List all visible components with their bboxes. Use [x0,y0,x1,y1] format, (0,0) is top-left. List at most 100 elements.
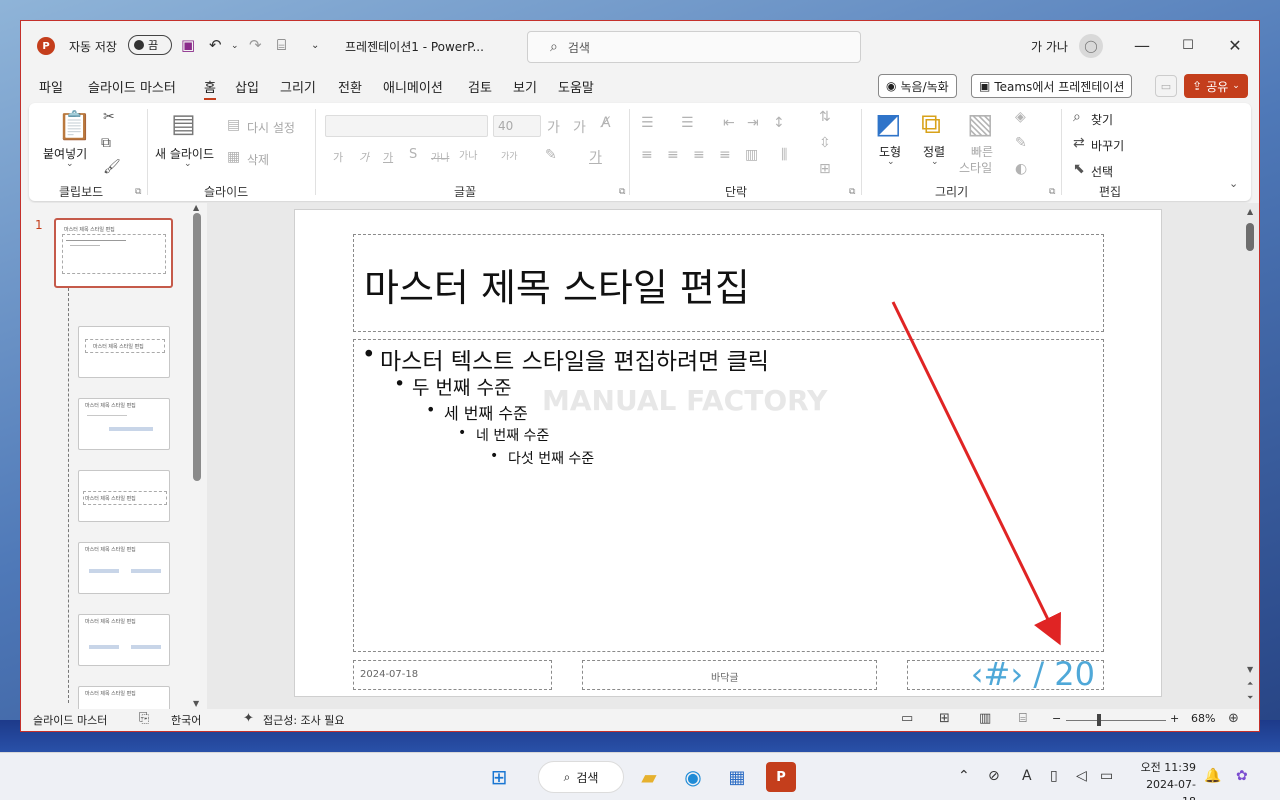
footer-placeholder[interactable]: 바닥글 [582,660,877,690]
copy-icon[interactable]: ⧉ [101,135,111,151]
thumbnail-scrollbar[interactable] [193,213,201,481]
find-icon[interactable]: ⌕ [1073,109,1081,125]
line-spacing-icon[interactable]: ↕ [773,115,785,131]
network-icon[interactable]: ⊘ [988,768,1000,784]
delete-slide-button[interactable]: 삭제 [247,151,269,168]
slideshow-icon[interactable]: ⌸ [1019,711,1027,726]
slide-number-placeholder[interactable]: ‹#› / 20 [907,655,1104,693]
reset-icon[interactable]: ▤ [227,117,240,133]
reset-button[interactable]: 다시 설정 [247,119,295,136]
arrange-dropdown-icon[interactable]: ⌄ [931,157,939,167]
decrease-indent-icon[interactable]: ⇤ [723,115,735,131]
file-explorer-icon[interactable]: ▰ [634,762,664,792]
tab-home[interactable]: 홈 [204,77,216,100]
align-right-icon[interactable]: ≡ [693,147,705,163]
slide-sorter-icon[interactable]: ⊞ [939,711,950,726]
justify-icon[interactable]: ≡ [719,147,731,163]
tab-view[interactable]: 보기 [513,77,537,96]
shapes-icon[interactable]: ◩ [875,107,901,140]
format-painter-icon[interactable]: 🖌 [103,159,121,175]
clear-format-icon[interactable]: A̸ [601,115,611,131]
slide-scrollbar[interactable] [1246,223,1254,251]
volume-icon[interactable]: ◁ [1076,768,1087,784]
thumbnail-layout-two-content[interactable]: 마스터 제목 스타일 편집 [78,542,170,594]
zoom-level[interactable]: 68% [1191,712,1215,725]
zoom-slider[interactable] [1066,720,1166,721]
tab-insert[interactable]: 삽입 [235,77,259,96]
close-icon[interactable]: ✕ [1220,33,1250,57]
date-placeholder[interactable]: 2024-07-18 [353,660,552,690]
previous-slide-icon[interactable]: ⏶ [1247,679,1253,689]
thumbnail-layout-comparison[interactable]: 마스터 제목 스타일 편집 [78,614,170,666]
undo-icon[interactable]: ↶ [209,36,222,54]
find-button[interactable]: 찾기 [1091,111,1113,128]
customize-toolbar-icon[interactable]: ⌄ [311,40,319,51]
battery-icon[interactable]: ▭ [1100,768,1113,784]
select-icon[interactable]: ⬉ [1073,161,1085,177]
tab-file[interactable]: 파일 [39,77,63,96]
content-placeholder[interactable]: MANUAL FACTORY • 마스터 텍스트 스타일을 편집하려면 클릭 •… [353,339,1104,652]
undo-dropdown-icon[interactable]: ⌄ [231,41,239,51]
shape-fill-icon[interactable]: ◈ [1015,109,1026,125]
shape-effects-icon[interactable]: ◐ [1015,161,1027,177]
font-family-combo[interactable] [325,115,488,137]
tab-transitions[interactable]: 전환 [338,77,362,96]
font-size-combo[interactable]: 40 [493,115,541,137]
quick-styles-label-2[interactable]: 스타일 [959,159,992,176]
tab-review[interactable]: 검토 [468,77,492,96]
main-scroll-down-icon[interactable]: ▼ [1247,665,1253,674]
start-icon[interactable]: ⊞ [484,762,514,792]
redo-icon[interactable]: ↷ [249,36,262,54]
quick-styles-icon[interactable]: ▧ [967,107,993,140]
fit-to-window-icon[interactable]: ⊕ [1228,711,1239,726]
paste-icon[interactable]: 📋 [57,109,92,142]
store-icon[interactable]: ▦ [722,762,752,792]
replace-button[interactable]: 바꾸기 [1091,137,1124,154]
grow-font-icon[interactable]: 가 [547,117,560,137]
collapse-ribbon-icon[interactable]: ⌄ [1229,177,1238,190]
tab-animations[interactable]: 애니메이션 [383,77,443,96]
smartart-icon[interactable]: ⊞ [819,161,831,177]
avatar-icon[interactable]: ◯ [1079,34,1103,58]
device-icon[interactable]: ▯ [1050,768,1058,784]
ime-icon[interactable]: A [1022,768,1032,784]
title-placeholder[interactable]: 마스터 제목 스타일 편집 [353,234,1104,332]
scroll-up-icon[interactable]: ▲ [193,203,199,212]
new-slide-icon[interactable]: ▤ [171,109,196,139]
columns-icon[interactable]: ⫼ [781,147,787,163]
align-text-icon[interactable]: ⇳ [819,135,831,151]
thumbnail-master[interactable]: 마스터 제목 스타일 편집 [54,218,173,288]
delete-slide-icon[interactable]: ▦ [227,149,240,165]
present-in-teams-button[interactable]: ▣ Teams에서 프레젠테이션 [971,74,1133,98]
system-clock[interactable]: 오전 11:39 2024-07-18 [1134,759,1196,800]
presentation-from-start-icon[interactable]: ⌸ [277,36,286,54]
spell-check-icon[interactable]: ⎘ [139,711,149,726]
paste-dropdown-icon[interactable]: ⌄ [66,159,74,169]
zoom-slider-handle[interactable] [1097,714,1101,726]
normal-view-icon[interactable]: ▭ [901,711,913,726]
language-indicator[interactable]: 한국어 [171,712,201,728]
cut-icon[interactable]: ✂ [103,109,115,125]
bold-icon[interactable]: 가 [333,149,343,165]
numbering-icon[interactable]: ☰ [681,115,694,131]
arrange-icon[interactable]: ⧉ [921,107,941,141]
select-button[interactable]: 선택 [1091,163,1113,180]
notification-icon[interactable]: 🔔 [1204,768,1221,784]
text-direction-icon[interactable]: ⇅ [819,109,831,125]
drawing-launcher-icon[interactable]: ⧉ [1049,187,1055,197]
paragraph-launcher-icon[interactable]: ⧉ [849,187,855,197]
shrink-font-icon[interactable]: 가 [573,117,586,137]
scroll-down-icon[interactable]: ▼ [193,699,199,708]
thumbnail-layout-section[interactable]: 마스터 제목 스타일 편집 [78,470,170,522]
slide-canvas[interactable]: 마스터 제목 스타일 편집 MANUAL FACTORY • 마스터 텍스트 스… [294,209,1162,697]
tab-help[interactable]: 도움말 [558,77,594,96]
next-slide-icon[interactable]: ⏷ [1247,693,1253,703]
align-center-icon[interactable]: ≡ [667,147,679,163]
search-box[interactable]: ⌕ 검색 [527,31,861,63]
user-name[interactable]: 가 가나 [1031,38,1068,55]
change-case-icon[interactable]: 가가 [501,149,518,162]
shadow-icon[interactable]: S [409,147,417,162]
italic-icon[interactable]: 가 [359,149,369,165]
edge-icon[interactable]: ◉ [678,762,708,792]
replace-icon[interactable]: ⇄ [1073,135,1085,151]
